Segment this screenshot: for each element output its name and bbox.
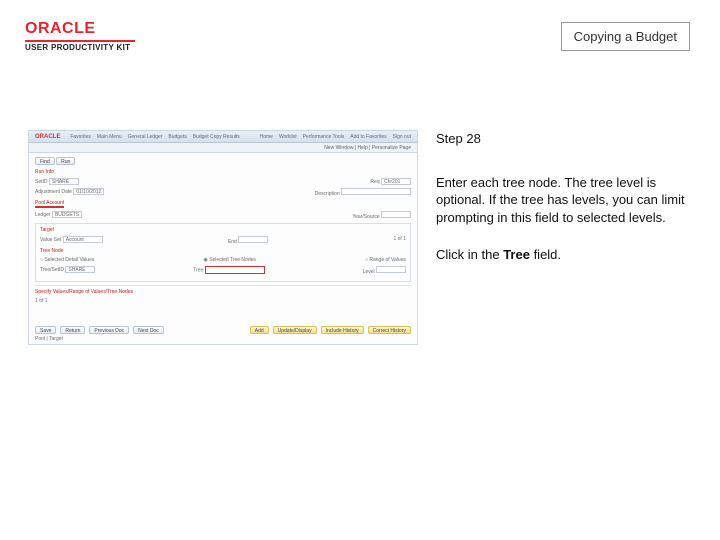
ss-tab: Performance Tools	[303, 134, 345, 140]
breadcrumb-item: General Ledger	[128, 134, 163, 140]
ss-brand: ORACLE	[35, 134, 60, 140]
year-value	[381, 211, 411, 218]
req-label: Req	[370, 179, 379, 185]
valueset-label: Value Set	[40, 237, 61, 243]
ss-tabs: Home Worklist Performance Tools Add to F…	[260, 134, 411, 140]
descr-label: Description	[315, 191, 340, 197]
specify-title: Specify Values/Range of Values/Tree Node…	[35, 289, 411, 295]
step-label: Step 28	[436, 130, 692, 148]
ss-breadcrumb: Favorites Main Menu General Ledger Budge…	[70, 134, 239, 140]
ss-section-runinfo: Run Info	[35, 169, 54, 175]
action-suffix: field.	[530, 247, 561, 262]
instruction-paragraph: Enter each tree node. The tree level is …	[436, 174, 692, 227]
save-button[interactable]: Save	[35, 326, 56, 334]
add-button[interactable]: Add	[250, 326, 269, 334]
instruction-panel: Step 28 Enter each tree node. The tree l…	[436, 130, 692, 345]
oracle-logo-block: ORACLE USER PRODUCTIVITY KIT	[25, 20, 135, 52]
kit-subtitle: USER PRODUCTIVITY KIT	[25, 43, 135, 52]
treeset-value: SHARE	[65, 266, 95, 273]
treenode-label: Tree Node	[40, 248, 406, 254]
ss-subbar: New Window | Help | Personalize Page	[29, 143, 417, 153]
divider	[35, 285, 411, 286]
treeset-label: Tree/SetID	[40, 267, 64, 273]
radio-tree-label: Selected Tree Nodes	[209, 257, 256, 263]
ss-section-pool: Pool Account	[35, 200, 64, 208]
grid-header: 1 of 1	[393, 236, 406, 245]
tree-label: Tree	[193, 267, 203, 273]
prevdoc-button[interactable]: Previous Doc	[89, 326, 129, 334]
appdate-value: 01/10/2012	[73, 188, 104, 195]
include-history-button[interactable]: Include History	[321, 326, 364, 334]
correct-history-button[interactable]: Correct History	[368, 326, 411, 334]
setid-value: SHARE	[49, 178, 79, 185]
ledger-value: BUDGETS	[52, 211, 82, 218]
breadcrumb-item: Budget Copy Results	[193, 134, 240, 140]
action-field-name: Tree	[503, 247, 530, 262]
breadcrumb-item: Budgets	[168, 134, 186, 140]
app-screenshot: ORACLE Favorites Main Menu General Ledge…	[28, 130, 418, 345]
brand-divider	[25, 40, 135, 42]
end-input[interactable]	[238, 236, 268, 243]
year-label: Year/Source	[352, 214, 379, 220]
ss-footer-links: Pool | Target	[35, 336, 63, 342]
oracle-wordmark: ORACLE	[25, 20, 135, 38]
ss-topbar: ORACLE Favorites Main Menu General Ledge…	[29, 131, 417, 143]
find-button[interactable]: Find	[35, 157, 55, 165]
nextdoc-button[interactable]: Next Doc	[133, 326, 164, 334]
descr-value	[341, 188, 411, 195]
specify-grid-header: 1 of 1	[35, 298, 48, 304]
appdate-label: Adjustment Date	[35, 189, 72, 195]
level-label: Level	[363, 269, 375, 275]
radio-range-values[interactable]: ○ Range of Values	[365, 257, 406, 263]
page-title: Copying a Budget	[561, 22, 690, 51]
ledger-label: Ledger	[35, 212, 51, 218]
radio-range-label: Range of Values	[369, 257, 406, 263]
content-row: ORACLE Favorites Main Menu General Ledge…	[28, 130, 692, 345]
ss-tab: Home	[260, 134, 273, 140]
tree-field[interactable]	[205, 266, 265, 274]
ss-tab: Sign out	[393, 134, 411, 140]
ss-tab: Worklist	[279, 134, 297, 140]
return-button[interactable]: Return	[60, 326, 85, 334]
run-button[interactable]: Run	[56, 157, 75, 165]
level-input[interactable]	[376, 266, 406, 273]
setid-label: SetID	[35, 179, 48, 185]
ss-section-target: Target Value Set Account End 1 of 1 Tree…	[35, 223, 411, 282]
radio-tree-nodes[interactable]: ◉ Selected Tree Nodes	[203, 257, 255, 263]
radio-selected-label: Selected Detail Values	[44, 257, 94, 263]
breadcrumb-item: Main Menu	[97, 134, 122, 140]
radio-selected-values[interactable]: ○ Selected Detail Values	[40, 257, 94, 263]
breadcrumb-item: Favorites	[70, 134, 91, 140]
req-value: Chr201	[381, 178, 411, 185]
update-display-button[interactable]: Update/Display	[273, 326, 317, 334]
action-prefix: Click in the	[436, 247, 503, 262]
end-label: End	[228, 239, 237, 245]
ss-tab: Add to Favorites	[350, 134, 386, 140]
valueset-input[interactable]: Account	[63, 236, 103, 243]
ss-body: Find Run Run Info SetID SHARE Req Chr201…	[29, 153, 417, 311]
ss-bottom-toolbar: Save Return Previous Doc Next Doc Add Up…	[35, 326, 411, 334]
instruction-action: Click in the Tree field.	[436, 246, 692, 264]
target-title: Target	[40, 227, 406, 233]
